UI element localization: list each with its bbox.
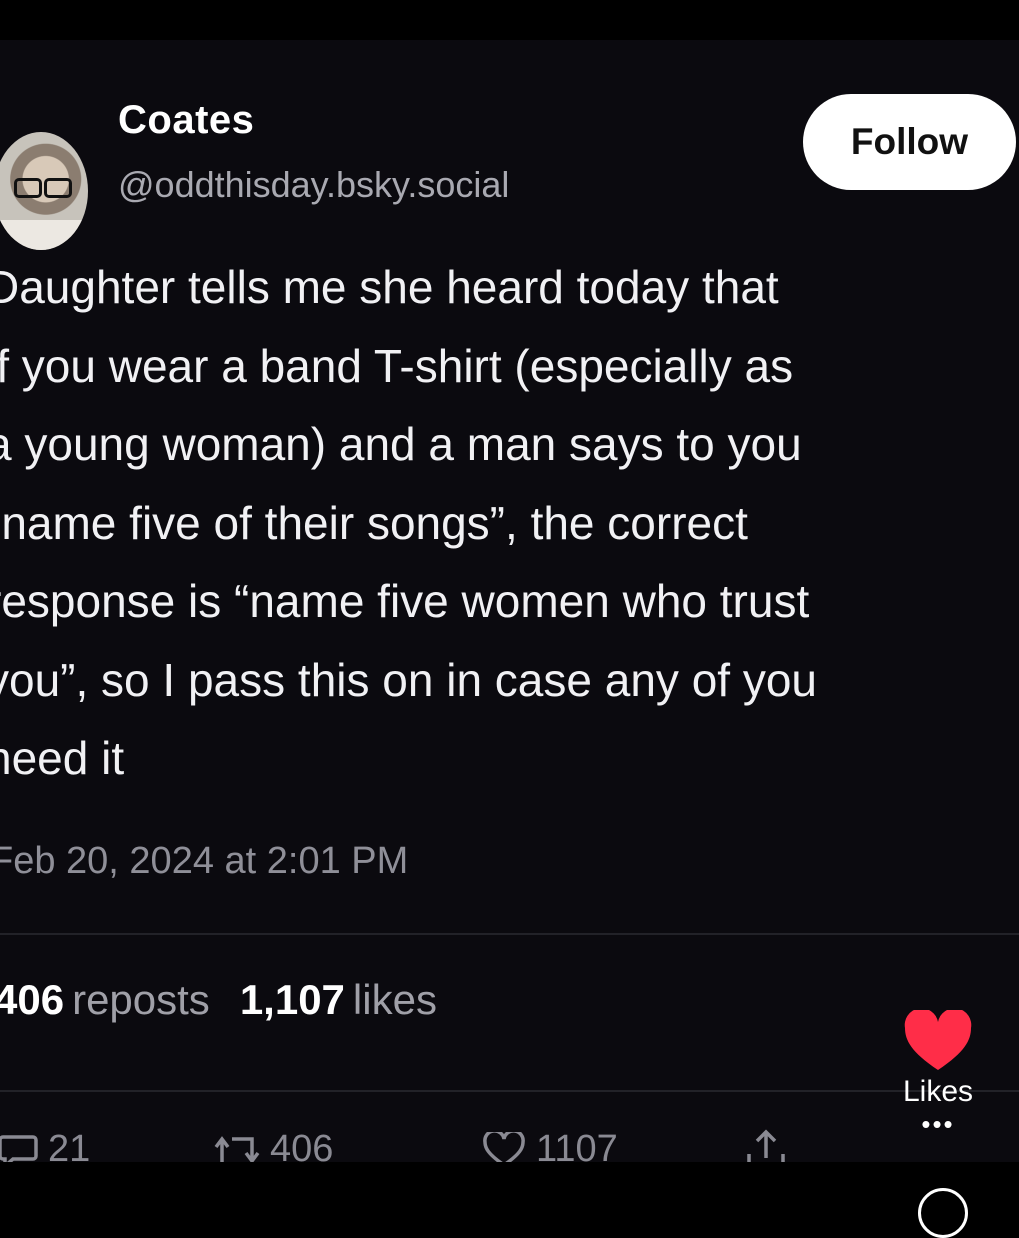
post-text-line: need it	[0, 732, 125, 784]
like-action[interactable]: 1107	[482, 1128, 618, 1162]
like-icon	[483, 1131, 525, 1162]
reposts-label[interactable]: reposts	[72, 976, 210, 1023]
post-text-line: a young woman) and a man says to you	[0, 418, 802, 470]
post-timestamp[interactable]: Feb 20, 2024 at 2:01 PM	[0, 840, 408, 883]
repost-icon	[214, 1135, 260, 1162]
divider	[0, 1090, 1019, 1092]
shirt-graphic	[0, 220, 88, 250]
top-bar	[0, 0, 1019, 40]
share-icon	[747, 1129, 785, 1162]
post-card: Coates @oddthisday.bsky.social Follow Da…	[0, 40, 1019, 1162]
follow-button[interactable]: Follow	[803, 94, 1016, 190]
share-action[interactable]	[746, 1128, 796, 1162]
avatar[interactable]	[0, 132, 88, 250]
likes-overlay: Likes •••	[898, 1008, 978, 1137]
likes-count[interactable]: 1,107	[240, 976, 345, 1023]
more-icon[interactable]: •••	[898, 1111, 978, 1137]
reply-icon	[0, 1134, 38, 1162]
user-handle[interactable]: @oddthisday.bsky.social	[118, 164, 509, 206]
likes-overlay-label[interactable]: Likes	[898, 1075, 978, 1109]
divider	[0, 933, 1019, 935]
post-text-line: Daughter tells me she heard today that	[0, 261, 779, 313]
action-bar: 21 406 1107	[0, 1122, 1019, 1162]
reply-action[interactable]: 21	[0, 1128, 90, 1162]
reply-count: 21	[48, 1128, 91, 1162]
post-text-line: if you wear a band T-shirt (especially a…	[0, 339, 794, 392]
post-text: Daughter tells me she heard today that i…	[0, 248, 1019, 798]
repost-count: 406	[270, 1128, 334, 1162]
repost-action[interactable]: 406	[214, 1128, 333, 1162]
engagement-stats: 406 reposts 1,107 likes	[0, 976, 467, 1024]
post-text-line: you”, so I pass this on in case any of y…	[0, 653, 818, 706]
likes-label[interactable]: likes	[353, 976, 437, 1023]
like-count: 1107	[536, 1128, 618, 1162]
heart-icon[interactable]	[901, 1008, 975, 1074]
display-name[interactable]: Coates	[118, 98, 254, 143]
profile-ring-icon[interactable]	[918, 1188, 968, 1238]
post-text-line: “name five of their songs”, the correct	[0, 496, 748, 549]
post-text-line: response is “name five women who trust	[0, 575, 810, 627]
reposts-count[interactable]: 406	[0, 976, 64, 1023]
glasses-graphic	[14, 178, 72, 198]
